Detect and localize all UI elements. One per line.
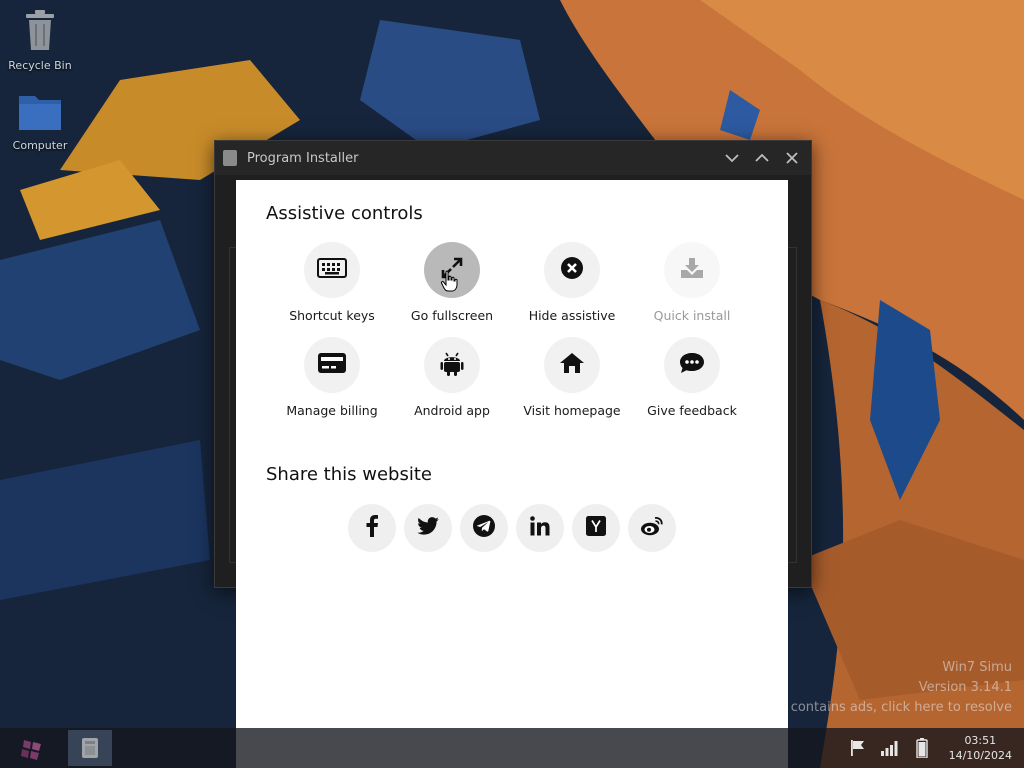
- battery-icon[interactable]: [911, 737, 933, 759]
- hackernews-icon: [586, 516, 606, 540]
- shortcut-keys-circle: [304, 242, 360, 298]
- trash-icon: [4, 8, 76, 55]
- hide-assistive-circle: [544, 242, 600, 298]
- home-icon: [559, 351, 585, 379]
- assistive-controls-title: Assistive controls: [266, 203, 423, 224]
- go-fullscreen-circle: [424, 242, 480, 298]
- manage-billing-circle: [304, 337, 360, 393]
- quick-install-label: Quick install: [653, 308, 731, 323]
- manage-billing-button[interactable]: Manage billing: [272, 337, 392, 418]
- android-app-button[interactable]: Android app: [392, 337, 512, 418]
- share-linkedin-button[interactable]: [516, 504, 564, 552]
- share-facebook-button[interactable]: [348, 504, 396, 552]
- minimize-icon[interactable]: [721, 147, 743, 169]
- quick-install-circle: [664, 242, 720, 298]
- share-telegram-button[interactable]: [460, 504, 508, 552]
- clock-date: 14/10/2024: [948, 749, 1012, 762]
- visit-homepage-label: Visit homepage: [523, 403, 621, 418]
- desktop-icon-label: Computer: [12, 139, 68, 152]
- taskbar: 03:51 14/10/2024: [0, 728, 1024, 768]
- share-website-title: Share this website: [266, 464, 432, 485]
- start-logo-icon: [21, 740, 41, 760]
- chat-icon: [678, 351, 706, 379]
- facebook-icon: [365, 515, 379, 541]
- share-buttons-row: [348, 504, 676, 552]
- hide-assistive-button[interactable]: Hide assistive: [512, 242, 632, 323]
- taskbar-clock[interactable]: 03:51 14/10/2024: [949, 733, 1012, 763]
- watermark-ads-notice[interactable]: contains ads, click here to resolve: [791, 698, 1012, 718]
- close-icon[interactable]: [781, 147, 803, 169]
- manage-billing-label: Manage billing: [286, 403, 378, 418]
- installer-app-icon: [82, 738, 98, 758]
- taskbar-program-installer[interactable]: [68, 730, 112, 766]
- flag-icon[interactable]: [847, 737, 869, 759]
- android-icon: [440, 350, 464, 380]
- clock-time: 03:51: [964, 734, 997, 747]
- give-feedback-label: Give feedback: [647, 403, 737, 418]
- window-titlebar[interactable]: Program Installer: [215, 141, 811, 175]
- android-app-label: Android app: [414, 403, 490, 418]
- signal-icon[interactable]: [879, 737, 901, 759]
- close-circle-icon: [560, 256, 584, 284]
- assistive-panel: Assistive controls Shortcut keys Go full…: [236, 180, 788, 768]
- quick-install-button[interactable]: Quick install: [632, 242, 752, 323]
- share-twitter-button[interactable]: [404, 504, 452, 552]
- hand-cursor-icon: [440, 270, 458, 296]
- give-feedback-circle: [664, 337, 720, 393]
- share-weibo-button[interactable]: [628, 504, 676, 552]
- desktop-icon-computer[interactable]: Computer: [4, 88, 76, 152]
- watermark-product-name: Win7 Simu: [942, 660, 1012, 675]
- weibo-icon: [640, 516, 664, 540]
- share-hackernews-button[interactable]: [572, 504, 620, 552]
- window-title: Program Installer: [247, 150, 359, 166]
- maximize-icon[interactable]: [751, 147, 773, 169]
- linkedin-icon: [530, 516, 550, 540]
- installer-app-icon: [223, 150, 237, 166]
- android-app-circle: [424, 337, 480, 393]
- shortcut-keys-button[interactable]: Shortcut keys: [272, 242, 392, 323]
- hide-assistive-label: Hide assistive: [528, 308, 616, 323]
- start-button[interactable]: [18, 736, 46, 762]
- system-tray: 03:51 14/10/2024: [837, 728, 1024, 768]
- go-fullscreen-button[interactable]: Go fullscreen: [392, 242, 512, 323]
- go-fullscreen-label: Go fullscreen: [410, 308, 494, 323]
- visit-homepage-circle: [544, 337, 600, 393]
- desktop-icon-recycle-bin[interactable]: Recycle Bin: [4, 8, 76, 72]
- credit-card-icon: [317, 352, 347, 378]
- give-feedback-button[interactable]: Give feedback: [632, 337, 752, 418]
- assistive-controls-grid: Shortcut keys Go fullscreen Hide assisti…: [272, 242, 752, 418]
- watermark-version: Version 3.14.1: [918, 680, 1012, 695]
- download-icon: [679, 256, 705, 284]
- desktop-icon-label: Recycle Bin: [8, 59, 72, 72]
- visit-homepage-button[interactable]: Visit homepage: [512, 337, 632, 418]
- simulator-watermark[interactable]: Win7 Simu Version 3.14.1 contains ads, c…: [791, 658, 1012, 718]
- folder-icon: [4, 88, 76, 135]
- shortcut-keys-label: Shortcut keys: [289, 308, 375, 323]
- twitter-icon: [417, 517, 439, 539]
- keyboard-icon: [317, 258, 347, 282]
- telegram-icon: [472, 514, 496, 542]
